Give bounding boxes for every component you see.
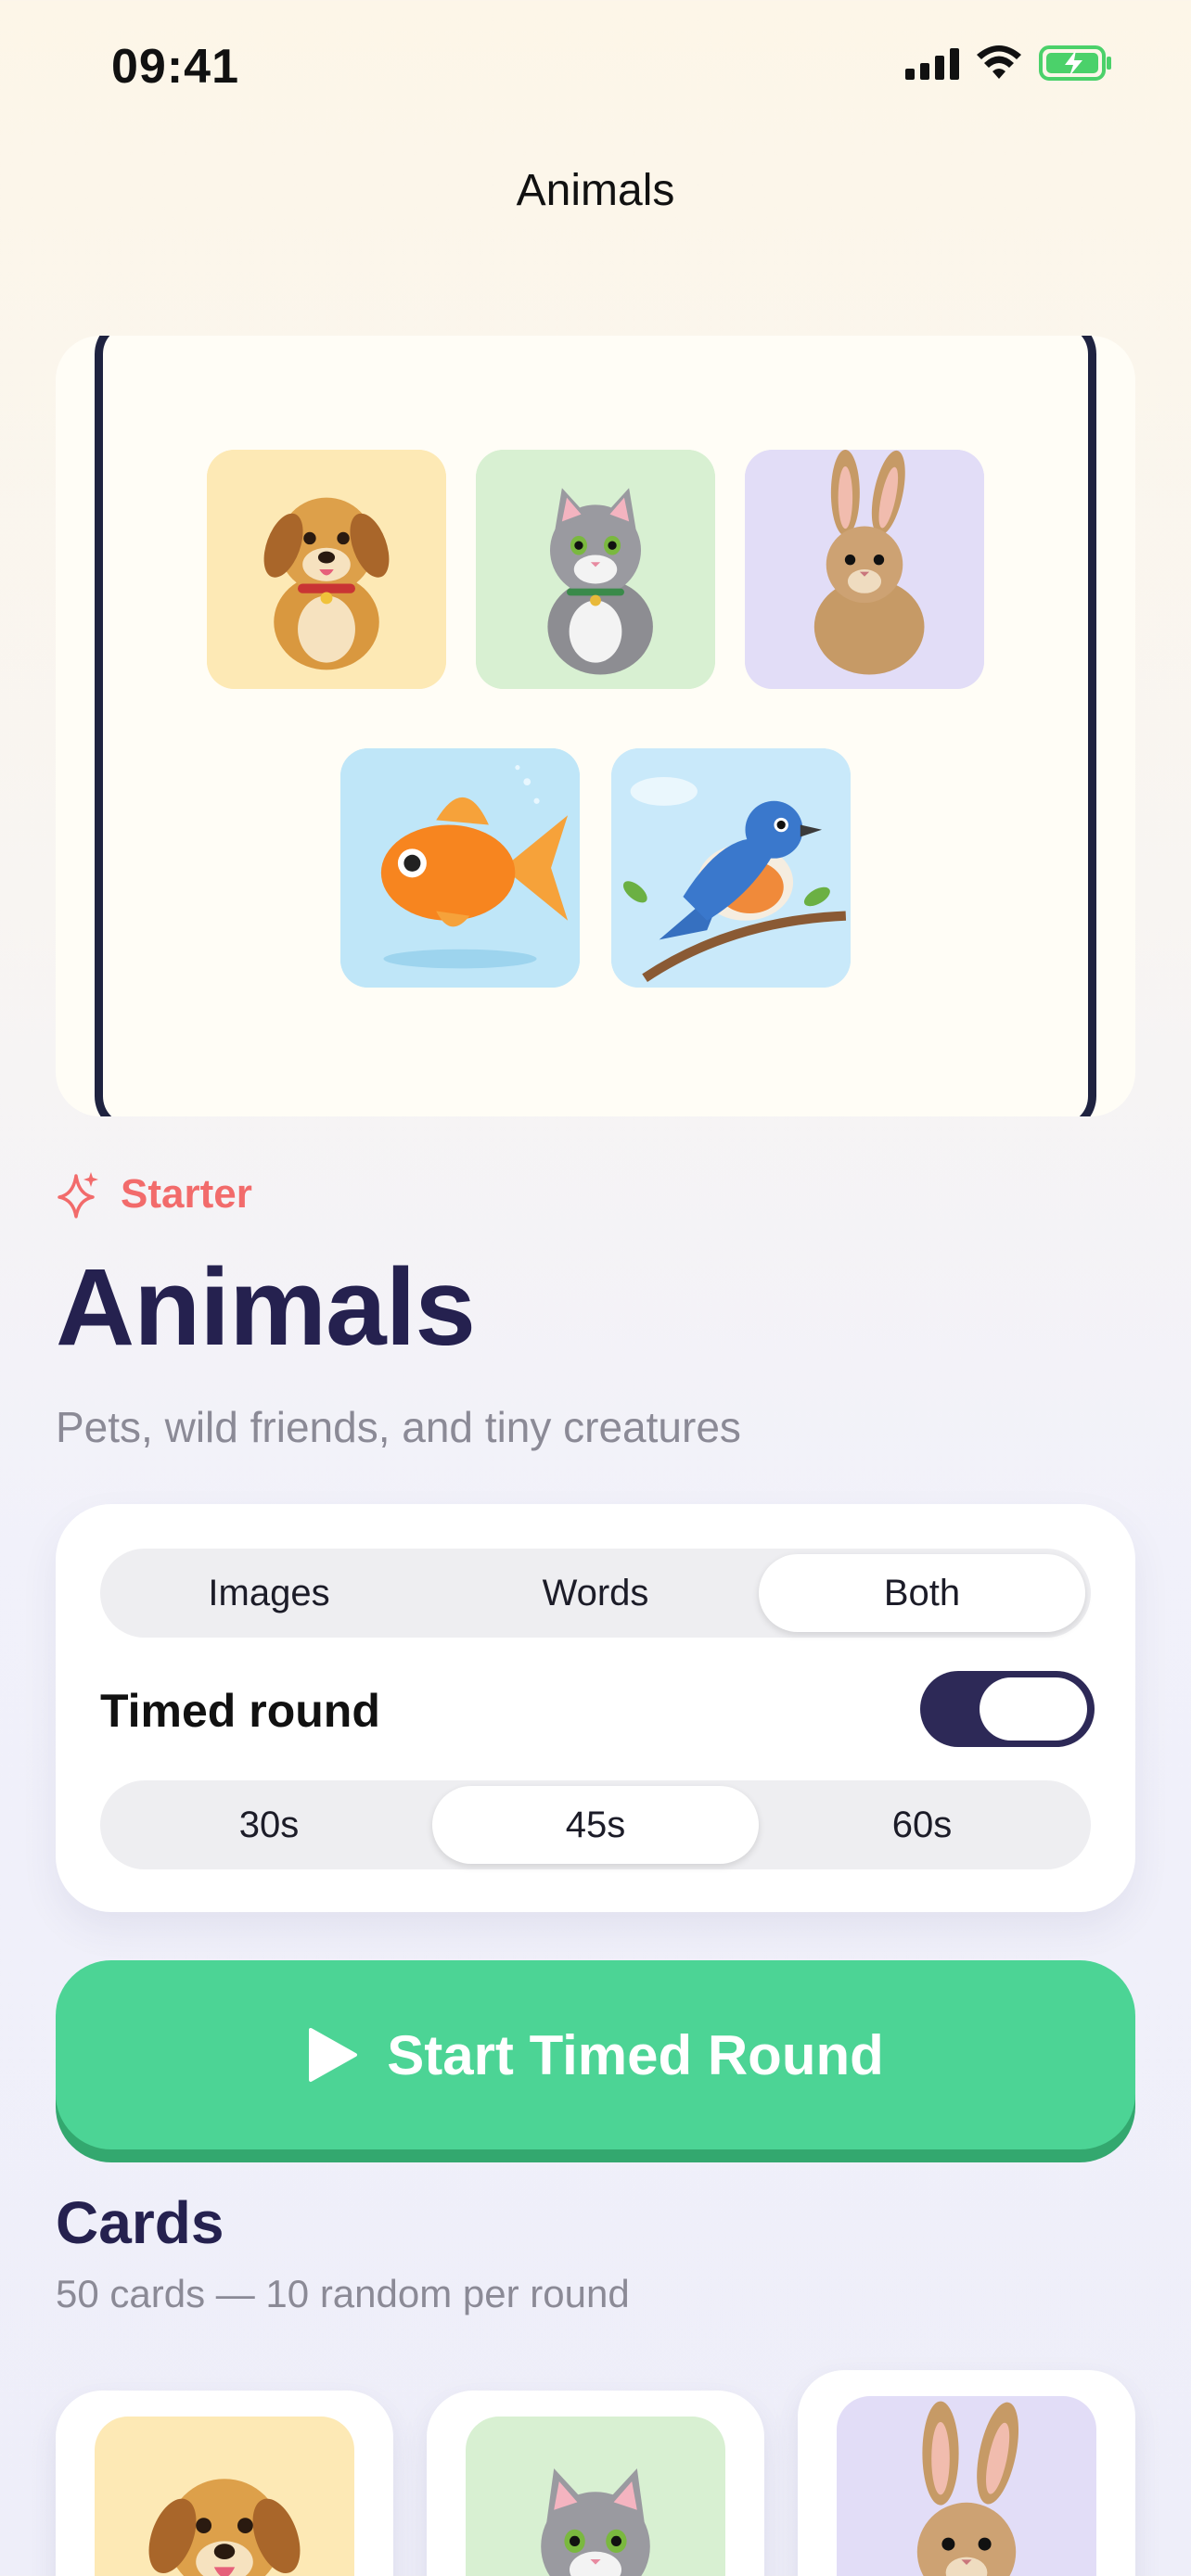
mode-both[interactable]: Both <box>759 1554 1085 1632</box>
timed-round-toggle[interactable] <box>920 1671 1095 1747</box>
card-preview-dog[interactable] <box>56 2391 393 2576</box>
start-button-label: Start Timed Round <box>387 2023 884 2086</box>
cat-icon <box>476 450 715 689</box>
duration-segmented-control: 30s 45s 60s <box>100 1780 1091 1869</box>
duration-45s[interactable]: 45s <box>432 1786 759 1864</box>
duration-60s[interactable]: 60s <box>759 1786 1085 1864</box>
status-time: 09:41 <box>111 40 239 94</box>
round-settings-card: Images Words Both Timed round 30s 45s 60… <box>56 1504 1135 1912</box>
page-title: Animals <box>56 1246 476 1369</box>
cards-section-title: Cards <box>56 2189 224 2256</box>
cat-icon <box>466 2417 725 2576</box>
bird-icon <box>611 748 851 988</box>
wifi-icon <box>976 45 1022 81</box>
card-preview-rabbit[interactable] <box>798 2370 1135 2576</box>
nav-title: Animals <box>516 166 675 215</box>
mode-words[interactable]: Words <box>432 1554 759 1632</box>
start-timed-round-button[interactable]: Start Timed Round <box>56 1960 1135 2149</box>
battery-charging-icon <box>1039 45 1113 82</box>
mode-images[interactable]: Images <box>106 1554 432 1632</box>
cards-section-subtitle: 50 cards — 10 random per round <box>56 2272 630 2315</box>
cellular-signal-icon <box>905 46 959 80</box>
hero-card <box>56 336 1135 1116</box>
sparkle-icon <box>58 1172 98 1218</box>
status-icons <box>905 45 1113 82</box>
page-subtitle: Pets, wild friends, and tiny creatures <box>56 1403 741 1451</box>
duration-30s[interactable]: 30s <box>106 1786 432 1864</box>
status-bar: 09:41 <box>0 0 1191 139</box>
category-label: Starter <box>121 1171 252 1217</box>
rabbit-icon <box>745 450 984 689</box>
dog-icon <box>207 450 446 689</box>
mode-segmented-control: Images Words Both <box>100 1549 1091 1638</box>
category-tag: Starter <box>56 1170 252 1218</box>
dog-icon <box>95 2417 354 2576</box>
toggle-knob <box>980 1677 1087 1741</box>
goldfish-icon <box>340 748 580 988</box>
play-icon <box>309 2028 358 2082</box>
card-preview-cat[interactable] <box>427 2391 764 2576</box>
rabbit-icon <box>837 2396 1096 2576</box>
timed-round-label: Timed round <box>100 1685 380 1737</box>
